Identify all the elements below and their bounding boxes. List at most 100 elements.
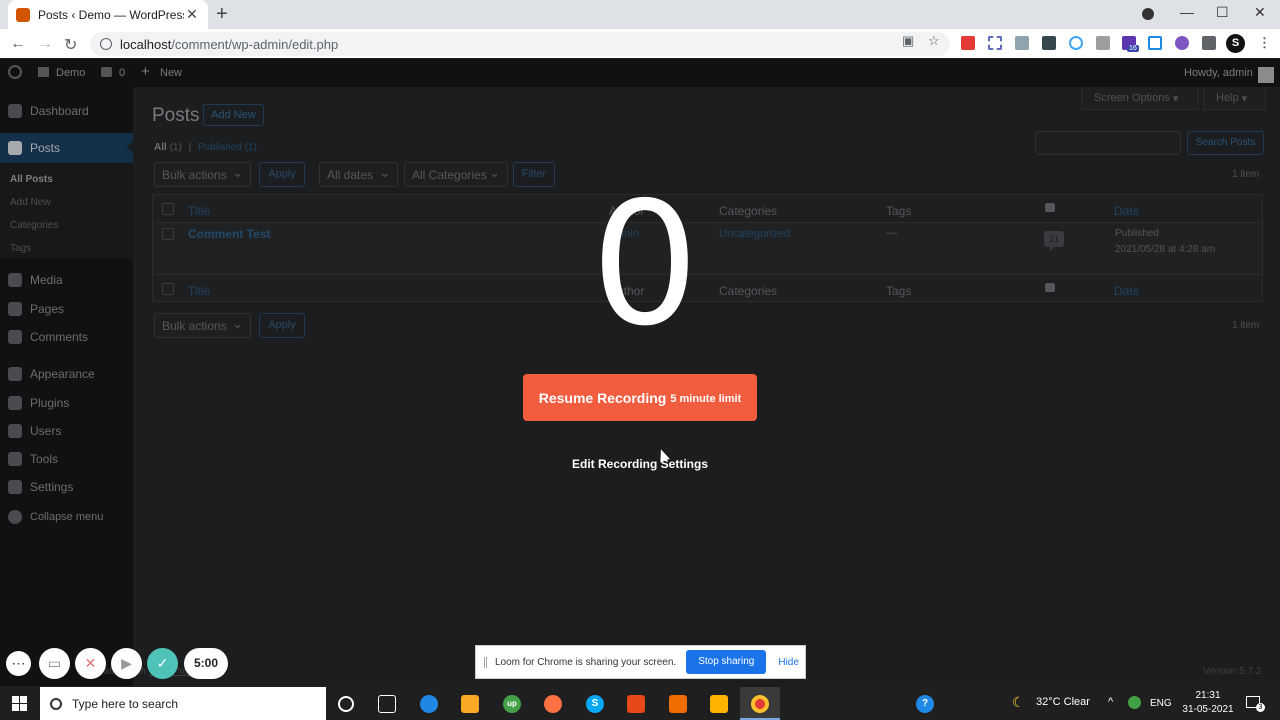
extension-red-icon[interactable] xyxy=(961,36,975,50)
bulk-actions-select-bottom[interactable]: Bulk actions xyxy=(154,313,251,338)
drag-handle-icon[interactable] xyxy=(484,656,487,668)
camera-blocked-icon[interactable]: ▣ xyxy=(902,33,914,49)
file-explorer-icon[interactable] xyxy=(461,695,479,713)
comments-column-icon[interactable] xyxy=(1045,203,1055,212)
back-button[interactable]: ← xyxy=(10,35,26,53)
column-title[interactable]: Title xyxy=(188,204,210,218)
resume-recording-button[interactable]: Resume Recording 5 minute limit xyxy=(523,374,757,421)
status-published[interactable]: Published xyxy=(198,142,242,153)
new-tab-button[interactable]: + xyxy=(216,4,228,24)
submenu-add-new[interactable]: Add New xyxy=(10,197,51,208)
extension-network-icon[interactable] xyxy=(1069,36,1083,50)
add-new-button[interactable]: Add New xyxy=(203,104,264,126)
search-posts-button[interactable]: Search Posts xyxy=(1187,131,1264,155)
adminbar-site-name[interactable]: Demo xyxy=(56,67,85,79)
browser-tab[interactable]: Posts ‹ Demo — WordPress ✕ xyxy=(8,0,208,29)
column-date-footer[interactable]: Date xyxy=(1114,284,1139,298)
address-bar[interactable]: localhost/comment/wp-admin/edit.php xyxy=(90,32,950,56)
comments-column-icon-footer[interactable] xyxy=(1045,283,1055,292)
minimize-button[interactable]: — xyxy=(1180,4,1194,20)
menu-media[interactable]: Media xyxy=(0,266,133,294)
extension-gear-icon[interactable] xyxy=(1175,36,1189,50)
bookmark-star-icon[interactable]: ☆ xyxy=(928,33,940,49)
column-title-footer[interactable]: Title xyxy=(188,284,210,298)
adminbar-new[interactable]: New xyxy=(160,67,182,79)
edit-recording-settings-link[interactable]: Edit Recording Settings xyxy=(540,457,740,471)
menu-users[interactable]: Users xyxy=(0,417,133,445)
help-question-icon[interactable]: ? xyxy=(916,695,934,713)
status-all[interactable]: All xyxy=(154,142,167,153)
language-indicator[interactable]: ENG xyxy=(1150,698,1172,709)
help-button[interactable]: Help ▾ xyxy=(1203,87,1266,110)
menu-comments[interactable]: Comments xyxy=(0,323,133,351)
admin-avatar[interactable] xyxy=(1258,67,1274,83)
extension-screenshot-icon[interactable] xyxy=(988,36,1002,50)
firefox-icon[interactable] xyxy=(544,695,562,713)
maximize-button[interactable]: ☐ xyxy=(1216,4,1229,21)
comment-icon[interactable] xyxy=(101,67,112,77)
adminbar-howdy[interactable]: Howdy, admin xyxy=(1184,67,1253,79)
show-hidden-icons-icon[interactable]: ^ xyxy=(1108,696,1113,708)
upwork-icon[interactable]: up xyxy=(503,695,521,713)
tab-search-icon[interactable] xyxy=(1142,8,1154,20)
cancel-recording-icon[interactable]: ✕ xyxy=(75,648,106,679)
menu-appearance[interactable]: Appearance xyxy=(0,360,133,388)
profile-avatar[interactable]: S xyxy=(1226,34,1245,53)
stop-sharing-button[interactable]: Stop sharing xyxy=(686,650,767,674)
reload-button[interactable]: ↻ xyxy=(64,35,77,55)
sublime-text-icon[interactable] xyxy=(710,695,728,713)
taskbar-search-box[interactable]: Type here to search xyxy=(40,687,326,720)
hide-sharing-bar-button[interactable]: Hide xyxy=(778,657,799,668)
forward-button[interactable]: → xyxy=(37,35,53,53)
chrome-icon[interactable] xyxy=(751,695,769,713)
row-checkbox[interactable] xyxy=(162,228,174,240)
menu-collapse[interactable]: Collapse menu xyxy=(0,503,133,531)
menu-pages[interactable]: Pages xyxy=(0,295,133,323)
resume-play-icon[interactable]: ▶ xyxy=(111,648,142,679)
post-title-link[interactable]: Comment Test xyxy=(188,227,270,241)
apply-button-bottom[interactable]: Apply xyxy=(259,313,305,338)
submenu-tags[interactable]: Tags xyxy=(10,243,31,254)
camera-toggle-icon[interactable]: ▭ xyxy=(39,648,70,679)
extension-gray-icon[interactable] xyxy=(1015,36,1029,50)
extension-camera-icon[interactable] xyxy=(1096,36,1110,50)
office-icon[interactable] xyxy=(627,695,645,713)
weather-text[interactable]: 32°C Clear xyxy=(1036,696,1090,708)
extension-news-icon[interactable] xyxy=(1042,36,1056,50)
menu-dashboard[interactable]: Dashboard xyxy=(0,97,133,125)
taskbar-clock[interactable]: 21:31 31-05-2021 xyxy=(1178,689,1238,717)
column-date[interactable]: Date xyxy=(1114,204,1139,218)
task-view-icon[interactable] xyxy=(378,695,396,713)
search-posts-input[interactable] xyxy=(1035,131,1181,155)
extension-record-icon[interactable] xyxy=(1148,36,1162,50)
comment-count-bubble[interactable]: 21 xyxy=(1044,231,1064,251)
windows-start-icon[interactable] xyxy=(12,696,27,711)
close-window-button[interactable]: ✕ xyxy=(1254,4,1266,21)
edge-browser-icon[interactable] xyxy=(420,695,438,713)
cortana-icon[interactable] xyxy=(338,696,354,712)
submenu-categories[interactable]: Categories xyxy=(10,220,58,231)
site-info-icon[interactable] xyxy=(100,38,112,50)
submenu-all-posts[interactable]: All Posts xyxy=(10,174,53,185)
chrome-menu-icon[interactable]: ⋮ xyxy=(1258,35,1271,51)
tab-close-icon[interactable]: ✕ xyxy=(184,6,200,23)
menu-posts[interactable]: Posts xyxy=(0,133,133,163)
apply-button-top[interactable]: Apply xyxy=(259,162,305,187)
more-options-icon[interactable]: ⋯ xyxy=(6,651,31,676)
security-check-icon[interactable] xyxy=(1128,696,1141,709)
plus-icon[interactable]: + xyxy=(141,63,150,80)
bulk-actions-select-top[interactable]: Bulk actions xyxy=(154,162,251,187)
extensions-puzzle-icon[interactable] xyxy=(1202,36,1216,50)
finish-recording-icon[interactable]: ✓ xyxy=(147,648,178,679)
menu-plugins[interactable]: Plugins xyxy=(0,389,133,417)
skype-icon[interactable]: S xyxy=(586,695,604,713)
wordpress-logo-icon[interactable] xyxy=(8,65,22,79)
screen-options-button[interactable]: Screen Options ▾ xyxy=(1081,87,1199,110)
select-all-checkbox-footer[interactable] xyxy=(162,283,174,295)
xampp-icon[interactable] xyxy=(669,695,687,713)
categories-filter-select[interactable]: All Categories xyxy=(404,162,508,187)
menu-settings[interactable]: Settings xyxy=(0,473,133,501)
select-all-checkbox[interactable] xyxy=(162,203,174,215)
filter-button[interactable]: Filter xyxy=(513,162,555,187)
menu-tools[interactable]: Tools xyxy=(0,445,133,473)
